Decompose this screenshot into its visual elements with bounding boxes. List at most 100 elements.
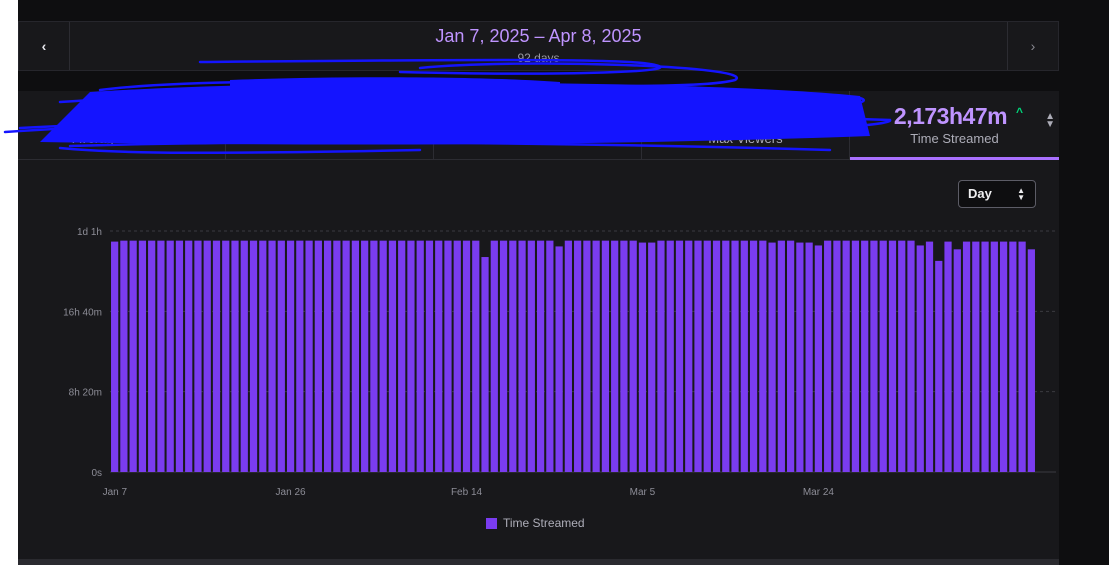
chart-bar xyxy=(398,240,406,472)
chart-bar xyxy=(972,241,980,472)
chart-bar xyxy=(694,240,702,472)
chart-bar xyxy=(444,240,452,472)
chart-bar xyxy=(777,240,785,472)
chart-bar xyxy=(166,240,174,472)
next-range-button[interactable]: › xyxy=(1007,22,1058,70)
chart-bar xyxy=(703,240,711,472)
chart-bar xyxy=(194,240,202,472)
chart-bar xyxy=(879,240,887,472)
legend-swatch xyxy=(486,517,497,529)
chart-bar xyxy=(416,240,424,472)
chart-bar xyxy=(620,240,628,472)
chart-bar xyxy=(861,240,869,472)
x-tick-label: Mar 24 xyxy=(803,487,835,498)
chart-bar xyxy=(740,240,748,472)
chart-bar xyxy=(1018,241,1026,472)
chart-bar xyxy=(564,240,572,472)
chart-bar xyxy=(379,240,387,472)
chart-bar xyxy=(453,240,461,472)
chart-bar xyxy=(833,240,841,472)
chart-bar xyxy=(722,240,730,472)
chart-bar xyxy=(481,257,489,472)
x-tick-label: Jan 7 xyxy=(103,487,128,498)
chart-bar xyxy=(962,241,971,472)
chart-bar xyxy=(907,240,915,472)
chart-bar xyxy=(611,240,619,472)
chart-bar xyxy=(425,240,434,472)
chart-bar xyxy=(666,240,674,472)
chart-bar xyxy=(286,240,295,472)
chevron-left-icon: ‹ xyxy=(41,38,47,54)
chart-bar xyxy=(638,242,647,472)
chart-bar xyxy=(814,245,822,472)
chart-bar xyxy=(944,241,952,472)
x-tick-label: Jan 26 xyxy=(276,487,306,498)
chart-bar xyxy=(296,240,304,472)
stats-panel: Average Viewers Max Viewers 2,173h47m ^ … xyxy=(18,91,1059,565)
chart-bar xyxy=(796,242,804,472)
chart-bar xyxy=(518,240,526,472)
previous-range-button[interactable]: ‹ xyxy=(19,22,70,70)
chart-bar xyxy=(435,240,443,472)
chart-bar xyxy=(629,240,637,472)
chart-bar xyxy=(370,240,378,472)
chart-bar xyxy=(472,240,480,472)
chart-bar xyxy=(259,240,267,472)
chart-bar xyxy=(138,240,147,472)
chart-bar xyxy=(787,240,795,472)
chart-bar xyxy=(675,240,684,472)
chart-bar xyxy=(268,240,276,472)
chart-bar xyxy=(768,242,776,472)
chart-bar xyxy=(305,240,313,472)
chart-bar xyxy=(499,240,508,472)
chart-bar xyxy=(648,242,656,472)
chart-bar xyxy=(657,240,665,472)
chart-bar xyxy=(240,240,248,472)
chart-bar xyxy=(731,240,739,472)
chart-bar xyxy=(324,240,332,472)
chart-bar xyxy=(870,240,878,472)
chart-bar xyxy=(1027,249,1035,472)
chart-bar xyxy=(212,240,221,472)
chart-bar xyxy=(916,245,924,472)
chart-bar xyxy=(953,249,961,472)
date-range-title: Jan 7, 2025 – Apr 8, 2025 xyxy=(435,26,642,46)
chart-bar xyxy=(231,240,239,472)
chart-bar xyxy=(555,246,563,472)
chart-bar xyxy=(129,240,137,472)
chart-bar xyxy=(888,240,897,472)
chart-bar xyxy=(925,241,934,472)
chart-bar xyxy=(805,242,813,472)
chart-bar xyxy=(490,240,498,472)
chart-bar xyxy=(185,240,193,472)
chart-bar xyxy=(509,240,517,472)
chart-bar xyxy=(388,240,397,472)
chart-bar xyxy=(574,240,582,472)
chart-bar xyxy=(546,240,554,472)
chart-bar xyxy=(407,240,415,472)
chart-legend[interactable]: Time Streamed xyxy=(486,516,585,530)
chart-bar xyxy=(536,240,545,472)
chart-bar xyxy=(249,240,258,472)
chevron-right-icon: › xyxy=(1030,38,1036,54)
chart-bar xyxy=(351,240,359,472)
chart-bar xyxy=(851,240,860,472)
chart-bar xyxy=(999,241,1008,472)
chart-bar xyxy=(157,240,165,472)
y-tick-label: 8h 20m xyxy=(69,388,102,399)
y-tick-label: 1d 1h xyxy=(77,227,102,238)
chart-bar xyxy=(222,240,230,472)
chart-bar xyxy=(898,240,906,472)
chart-bar xyxy=(527,240,535,472)
chart-bar xyxy=(148,240,156,472)
chart-bar xyxy=(592,240,600,472)
x-tick-label: Mar 5 xyxy=(630,487,656,498)
chart-bar xyxy=(333,240,341,472)
chart-bar xyxy=(712,240,721,472)
chart-bar xyxy=(842,240,850,472)
x-tick-label: Feb 14 xyxy=(451,487,483,498)
chart-bar xyxy=(277,240,285,472)
time-streamed-chart: 0s 8h 20m 16h 40m 1d 1h Jan 7 Jan 26 Feb 14 Mar… xyxy=(63,227,1056,498)
chart-bar xyxy=(759,240,767,472)
chart-bar xyxy=(749,240,758,472)
